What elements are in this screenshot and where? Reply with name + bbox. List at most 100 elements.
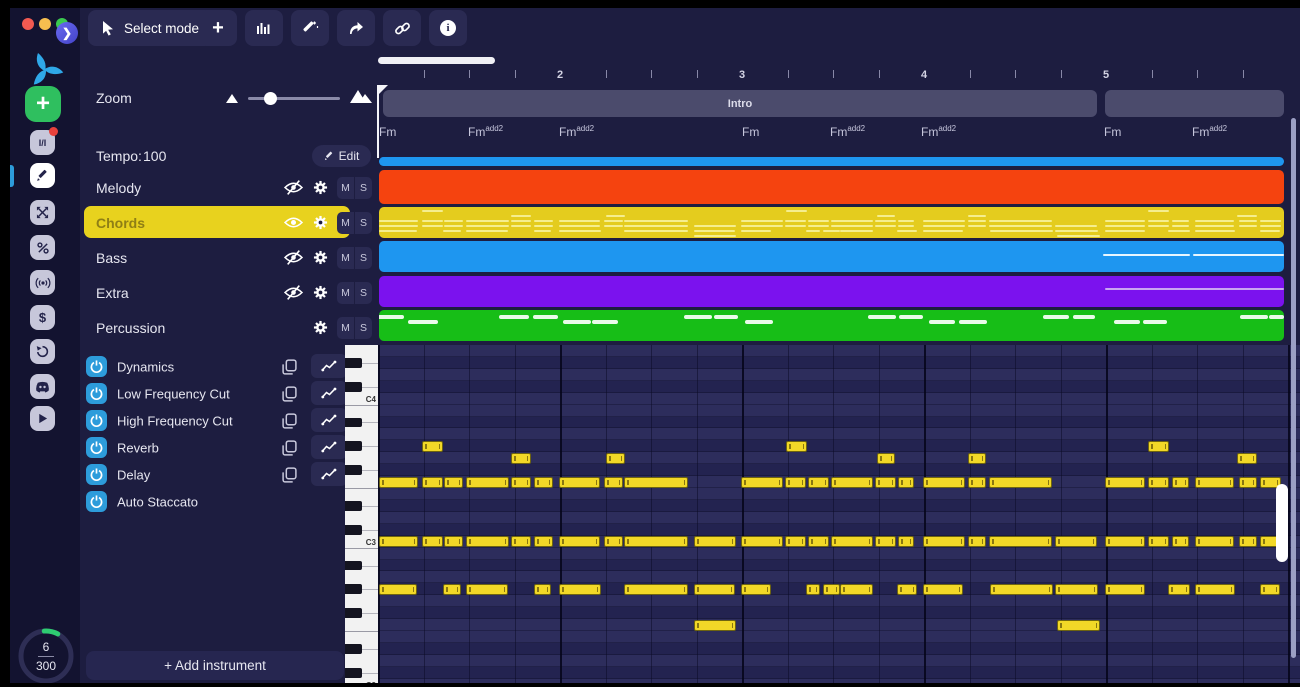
piano-roll-grid[interactable] xyxy=(378,345,1300,687)
black-key[interactable] xyxy=(345,441,362,451)
power-toggle-icon[interactable] xyxy=(86,410,107,431)
lane-bass[interactable] xyxy=(379,241,1284,272)
track-settings-gear-icon[interactable] xyxy=(311,179,329,197)
power-toggle-icon[interactable] xyxy=(86,383,107,404)
midi-note[interactable] xyxy=(534,584,551,595)
track-settings-gear-icon[interactable] xyxy=(311,319,329,337)
create-composition-button[interactable]: + xyxy=(25,86,61,122)
lane-percussion[interactable] xyxy=(379,310,1284,341)
midi-note[interactable] xyxy=(444,477,463,488)
section-block-intro[interactable]: Intro xyxy=(383,90,1097,117)
black-key[interactable] xyxy=(345,382,362,392)
midi-note[interactable] xyxy=(875,477,896,488)
black-key[interactable] xyxy=(345,668,362,678)
power-toggle-icon[interactable] xyxy=(86,464,107,485)
midi-note[interactable] xyxy=(606,453,625,464)
midi-note[interactable] xyxy=(1148,536,1169,547)
solo-button[interactable]: S xyxy=(355,177,372,199)
copy-icon[interactable] xyxy=(282,440,298,456)
power-toggle-icon[interactable] xyxy=(86,356,107,377)
midi-note[interactable] xyxy=(875,536,896,547)
wand-button[interactable] xyxy=(291,10,329,46)
midi-note[interactable] xyxy=(1148,477,1169,488)
midi-note[interactable] xyxy=(923,477,965,488)
zoom-out-icon[interactable] xyxy=(226,94,238,103)
midi-note[interactable] xyxy=(604,477,623,488)
track-row-extra[interactable]: ExtraMS xyxy=(80,275,378,310)
midi-note[interactable] xyxy=(808,477,829,488)
midi-note[interactable] xyxy=(624,477,688,488)
automation-curve-button[interactable] xyxy=(311,381,347,405)
sidebar-discord-icon[interactable] xyxy=(30,374,55,399)
midi-note[interactable] xyxy=(466,584,508,595)
midi-note[interactable] xyxy=(898,536,914,547)
lane-melody[interactable] xyxy=(379,170,1284,204)
tempo-edit-button[interactable]: Edit xyxy=(312,145,371,167)
midi-note[interactable] xyxy=(422,477,443,488)
expand-sidebar-button[interactable]: ❯ xyxy=(56,22,78,44)
solo-button[interactable]: S xyxy=(355,317,372,339)
track-row-melody[interactable]: MelodyMS xyxy=(80,170,378,205)
sidebar-piano-roll-icon[interactable]: I/I xyxy=(30,130,55,155)
midi-note[interactable] xyxy=(840,584,873,595)
midi-note[interactable] xyxy=(968,536,986,547)
black-key[interactable] xyxy=(345,418,362,428)
midi-note[interactable] xyxy=(444,536,463,547)
midi-note[interactable] xyxy=(559,584,601,595)
lane-extra[interactable] xyxy=(379,276,1284,307)
midi-note[interactable] xyxy=(808,536,829,547)
copy-icon[interactable] xyxy=(282,413,298,429)
track-row-bass[interactable]: BassMS xyxy=(80,240,378,275)
midi-note[interactable] xyxy=(923,536,965,547)
power-toggle-icon[interactable] xyxy=(86,491,107,512)
midi-note[interactable] xyxy=(1057,620,1100,631)
midi-note[interactable] xyxy=(1260,584,1280,595)
midi-note[interactable] xyxy=(511,453,531,464)
eye-slash-icon[interactable] xyxy=(282,179,304,197)
zoom-slider-knob[interactable] xyxy=(264,92,277,105)
midi-note[interactable] xyxy=(831,477,873,488)
midi-note[interactable] xyxy=(694,584,735,595)
roll-selection-handle[interactable] xyxy=(1276,484,1288,562)
black-key[interactable] xyxy=(345,358,362,368)
midi-note[interactable] xyxy=(741,477,783,488)
midi-note[interactable] xyxy=(466,477,509,488)
sidebar-arrows-icon[interactable] xyxy=(30,200,55,225)
midi-note[interactable] xyxy=(1168,584,1190,595)
midi-note[interactable] xyxy=(604,536,623,547)
midi-note[interactable] xyxy=(785,536,806,547)
midi-note[interactable] xyxy=(443,584,461,595)
black-key[interactable] xyxy=(345,644,362,654)
solo-button[interactable]: S xyxy=(355,282,372,304)
midi-note[interactable] xyxy=(466,536,509,547)
mute-button[interactable]: M xyxy=(337,317,354,339)
eye-icon[interactable] xyxy=(282,214,304,232)
stats-button[interactable] xyxy=(245,10,283,46)
track-settings-gear-icon[interactable] xyxy=(311,214,329,232)
vertical-scrollbar[interactable] xyxy=(1291,118,1296,658)
info-button[interactable]: i xyxy=(429,10,467,46)
automation-curve-button[interactable] xyxy=(311,435,347,459)
midi-note[interactable] xyxy=(1172,536,1189,547)
midi-note[interactable] xyxy=(624,584,688,595)
midi-note[interactable] xyxy=(806,584,820,595)
midi-note[interactable] xyxy=(741,584,771,595)
midi-note[interactable] xyxy=(379,477,418,488)
minimize-window-button[interactable] xyxy=(39,18,51,30)
automation-curve-button[interactable] xyxy=(311,408,347,432)
sidebar-dollar-icon[interactable]: $ xyxy=(30,305,55,330)
add-instrument-button[interactable]: + Add instrument xyxy=(86,651,344,680)
sidebar-percent-icon[interactable] xyxy=(30,235,55,260)
midi-note[interactable] xyxy=(1195,536,1234,547)
midi-note[interactable] xyxy=(1148,441,1169,452)
sidebar-play-icon[interactable] xyxy=(30,406,55,431)
track-row-chords[interactable]: ChordsMS xyxy=(80,205,378,240)
midi-note[interactable] xyxy=(1105,536,1145,547)
midi-note[interactable] xyxy=(534,536,553,547)
playhead-flag[interactable] xyxy=(379,85,388,94)
midi-note[interactable] xyxy=(1055,536,1097,547)
lane-strip[interactable] xyxy=(379,157,1284,166)
midi-note[interactable] xyxy=(559,536,600,547)
mute-button[interactable]: M xyxy=(337,247,354,269)
midi-note[interactable] xyxy=(559,477,600,488)
